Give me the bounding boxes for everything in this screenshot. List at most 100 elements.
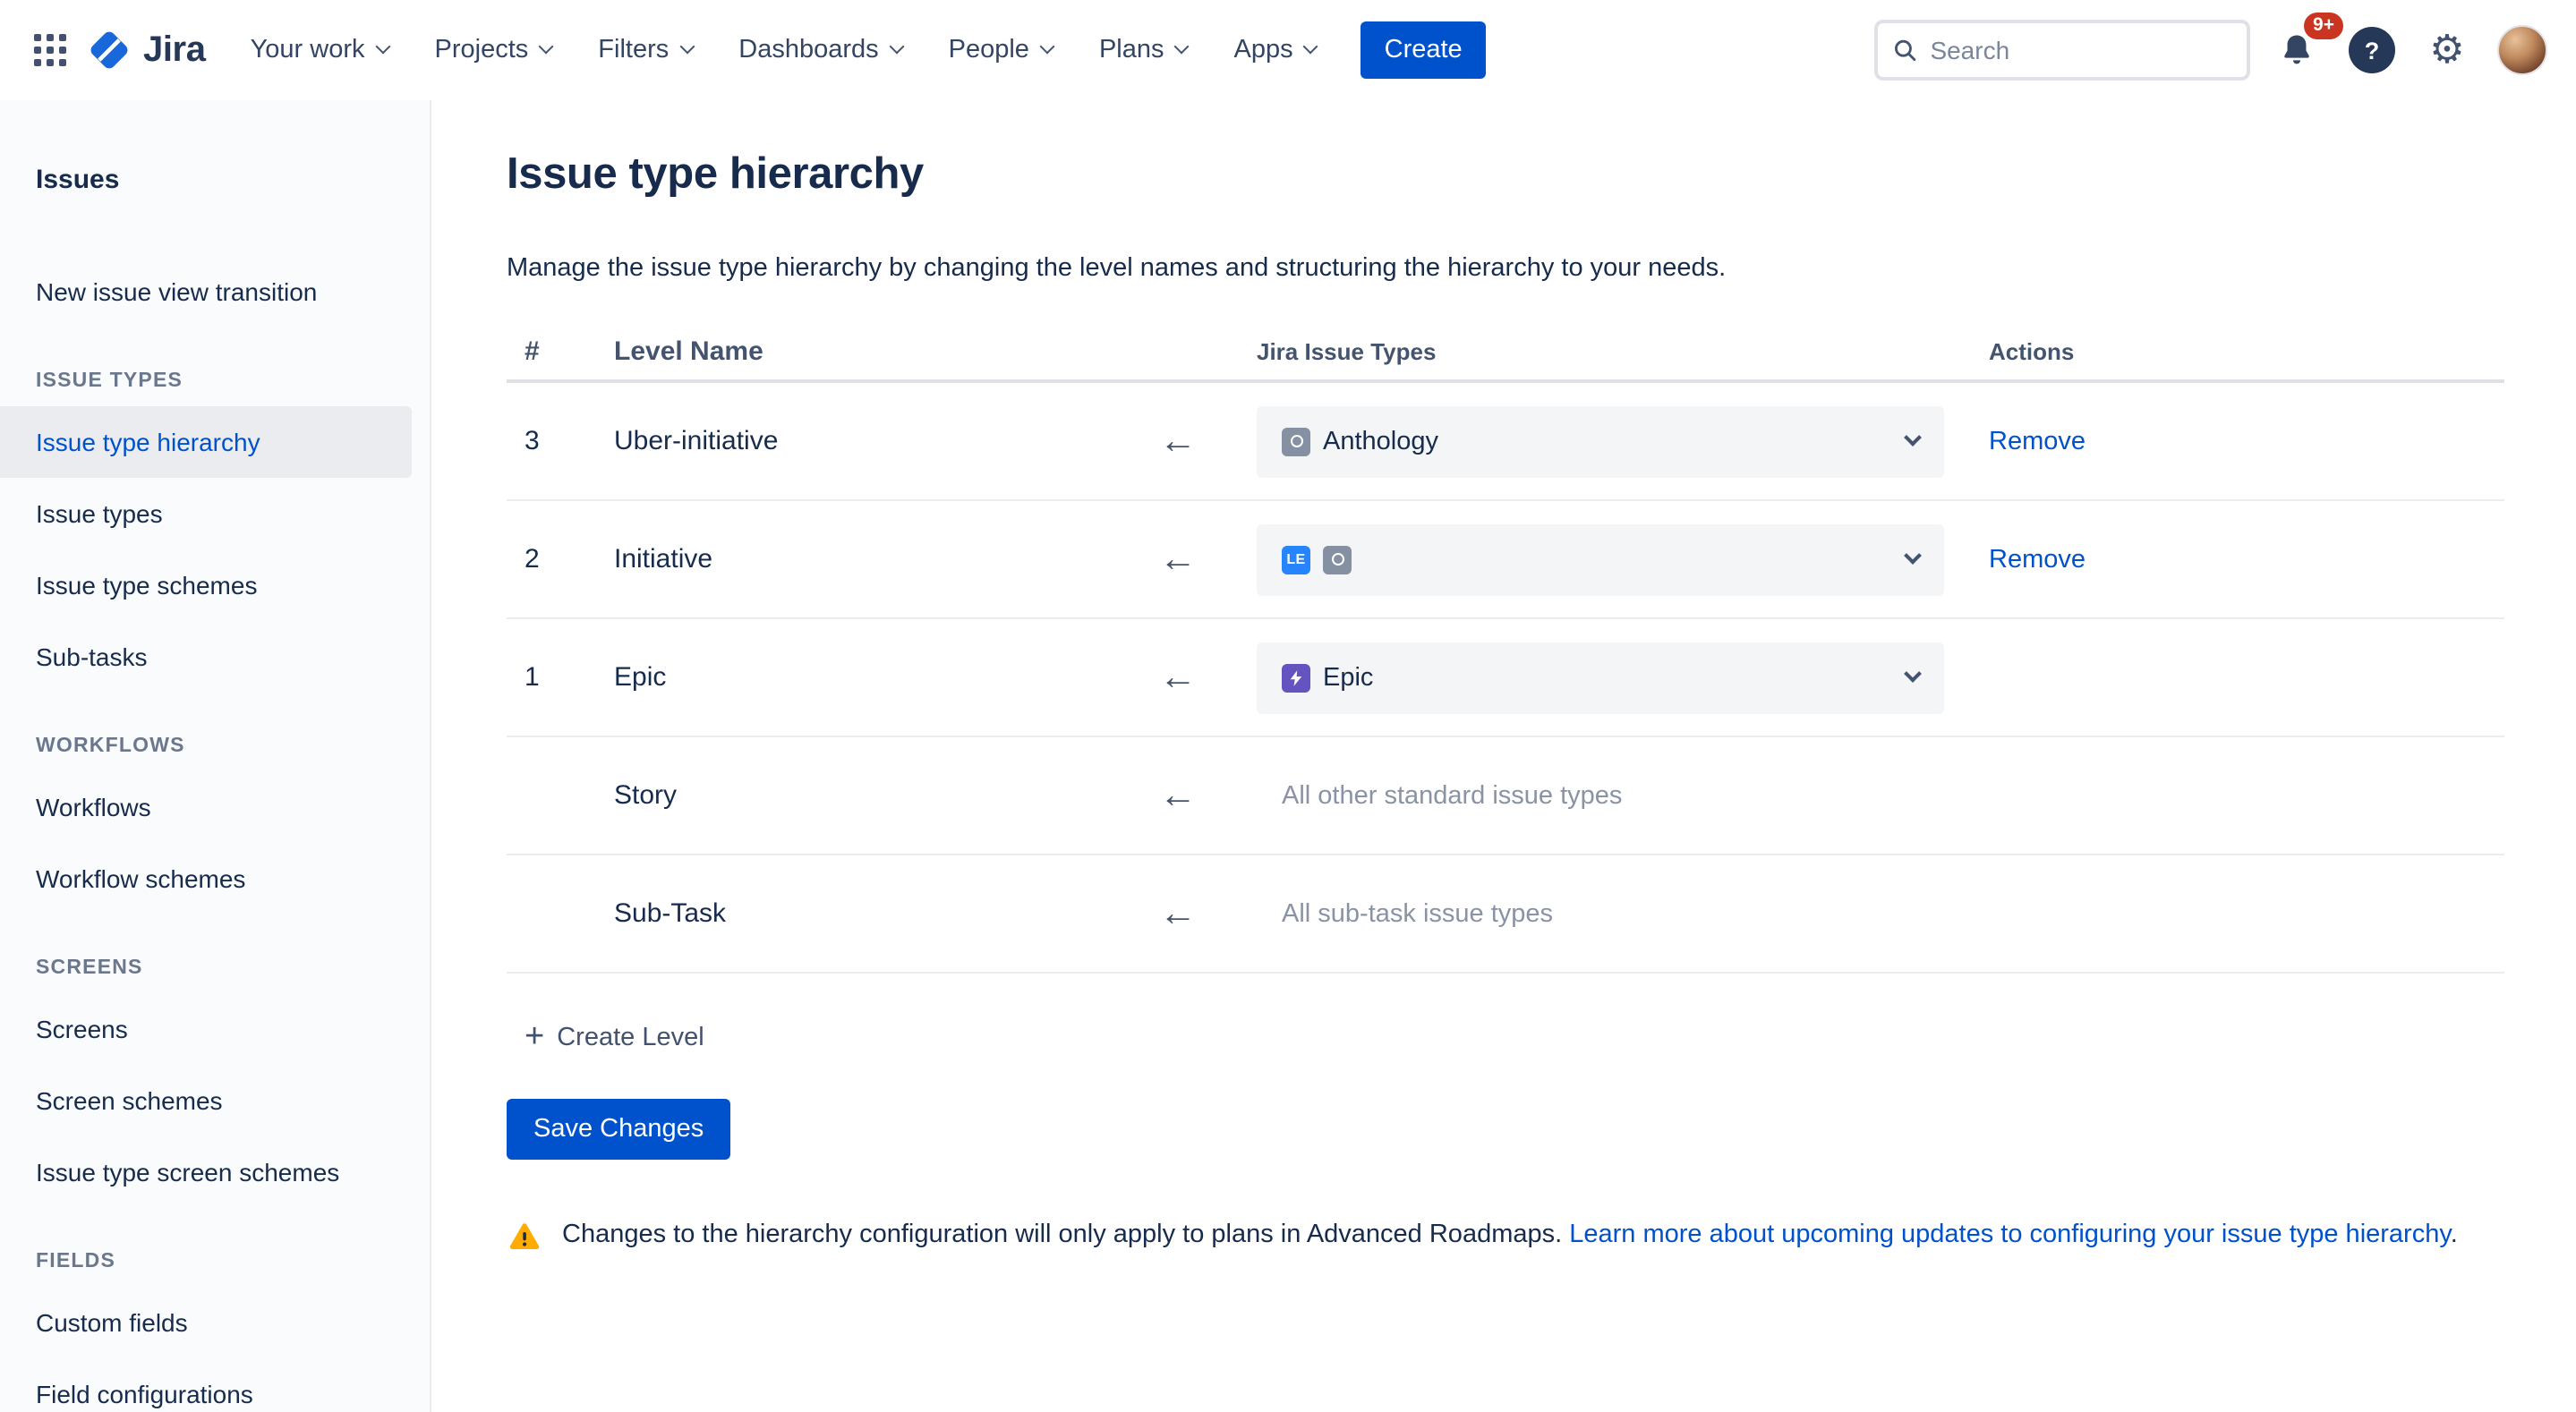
global-search[interactable] — [1874, 20, 2250, 81]
move-left-icon[interactable]: ← — [1159, 422, 1197, 460]
sidebar-heading-screens: SCREENS — [0, 943, 430, 993]
chevron-down-icon — [679, 39, 695, 55]
level-name: Sub-Task — [596, 898, 1115, 929]
create-button[interactable]: Create — [1361, 21, 1486, 79]
create-level-button[interactable]: + Create Level — [507, 1002, 722, 1074]
issue-type-label: Anthology — [1323, 427, 1438, 455]
anthology-issue-type-icon — [1282, 427, 1310, 455]
nav-filters[interactable]: Filters — [575, 21, 715, 79]
search-input[interactable] — [1930, 36, 2232, 64]
main-content: Issue type hierarchy Manage the issue ty… — [431, 100, 2576, 1412]
chevron-down-icon — [1039, 39, 1054, 55]
help-button[interactable]: ? — [2343, 21, 2401, 79]
issue-types-select[interactable]: Epic — [1257, 642, 1944, 713]
nav-plans-label: Plans — [1099, 36, 1164, 64]
level-number: 2 — [507, 544, 596, 574]
level-number: 1 — [507, 662, 596, 693]
move-left-icon[interactable]: ← — [1159, 659, 1197, 696]
top-navigation-bar: Jira Your work Projects Filters Dashboar… — [0, 0, 2576, 100]
create-level-label: Create Level — [557, 1024, 704, 1052]
sidebar-item-field-configurations[interactable]: Field configurations — [0, 1358, 430, 1412]
header-actions: Actions — [1983, 337, 2504, 364]
avatar — [2497, 25, 2547, 75]
sidebar-title: Issues — [0, 165, 430, 195]
level-name: Epic — [596, 662, 1115, 693]
move-left-icon[interactable]: ← — [1159, 540, 1197, 578]
sidebar-item-issue-types[interactable]: Issue types — [0, 478, 430, 549]
app-switcher-button[interactable] — [21, 21, 79, 79]
page-title: Issue type hierarchy — [507, 147, 2504, 204]
table-row: 2 Initiative ← LE Remove — [507, 501, 2504, 619]
sidebar-item-workflow-schemes[interactable]: Workflow schemes — [0, 843, 430, 914]
nav-projects-label: Projects — [435, 36, 529, 64]
header-level-name: Level Name — [596, 336, 1115, 366]
sidebar-item-issue-type-screen-schemes[interactable]: Issue type screen schemes — [0, 1136, 430, 1208]
level-name: Uber-initiative — [596, 426, 1115, 456]
sidebar-item-sub-tasks[interactable]: Sub-tasks — [0, 621, 430, 693]
chevron-down-icon — [1904, 665, 1922, 683]
warning-banner: Changes to the hierarchy configuration w… — [507, 1217, 2504, 1255]
sidebar-item-workflows[interactable]: Workflows — [0, 771, 430, 843]
settings-button[interactable]: ⚙ — [2418, 21, 2476, 79]
table-row: Story ← All other standard issue types — [507, 737, 2504, 855]
jira-logo-icon — [86, 27, 132, 73]
remove-level-link[interactable]: Remove — [1989, 545, 2086, 574]
warning-learn-more-link[interactable]: Learn more about upcoming updates to con… — [1569, 1221, 2450, 1249]
notification-count-badge: 9+ — [2304, 13, 2343, 39]
chevron-down-icon — [1904, 429, 1922, 447]
table-header-row: # Level Name Jira Issue Types Actions — [507, 322, 2504, 383]
chevron-down-icon — [889, 39, 904, 55]
sidebar-item-new-issue-view-transition[interactable]: New issue view transition — [0, 256, 430, 327]
issue-types-select[interactable]: LE — [1257, 523, 1944, 595]
remove-level-link[interactable]: Remove — [1989, 427, 2086, 455]
issue-types-select[interactable]: Anthology — [1257, 405, 1944, 477]
issue-types-placeholder: All sub-task issue types — [1282, 899, 1553, 928]
nav-apps[interactable]: Apps — [1211, 21, 1340, 79]
level-name: Story — [596, 780, 1115, 811]
nav-projects[interactable]: Projects — [412, 21, 576, 79]
issue-type-label: Epic — [1323, 663, 1373, 692]
nav-filters-label: Filters — [598, 36, 669, 64]
table-row: Sub-Task ← All sub-task issue types — [507, 855, 2504, 974]
nav-dashboards[interactable]: Dashboards — [715, 21, 925, 79]
sidebar-item-issue-type-hierarchy[interactable]: Issue type hierarchy — [0, 406, 412, 478]
nav-your-work[interactable]: Your work — [227, 21, 412, 79]
epic-issue-type-icon — [1282, 663, 1310, 692]
sidebar-heading-fields: FIELDS — [0, 1237, 430, 1287]
help-icon: ? — [2349, 27, 2395, 73]
table-row: 1 Epic ← Epic — [507, 619, 2504, 737]
nav-your-work-label: Your work — [251, 36, 365, 64]
sidebar-item-screen-schemes[interactable]: Screen schemes — [0, 1065, 430, 1136]
anthology-issue-type-icon — [1323, 545, 1352, 574]
sidebar-heading-workflows: WORKFLOWS — [0, 721, 430, 771]
plus-icon: + — [525, 1019, 544, 1053]
sidebar-item-screens[interactable]: Screens — [0, 993, 430, 1065]
search-icon — [1892, 36, 1917, 64]
level-number: 3 — [507, 426, 596, 456]
sidebar-heading-issue-types: ISSUE TYPES — [0, 356, 430, 406]
app-switcher-grid-icon — [32, 32, 68, 68]
nav-people[interactable]: People — [925, 21, 1076, 79]
nav-people-label: People — [949, 36, 1029, 64]
chevron-down-icon — [1174, 39, 1190, 55]
nav-apps-label: Apps — [1234, 36, 1293, 64]
warning-icon — [507, 1219, 542, 1255]
sidebar-item-issue-type-schemes[interactable]: Issue type schemes — [0, 549, 430, 621]
move-left-icon[interactable]: ← — [1159, 895, 1197, 932]
issue-types-placeholder: All other standard issue types — [1282, 781, 1622, 810]
table-row: 3 Uber-initiative ← Anthology Remove — [507, 383, 2504, 501]
sidebar-item-custom-fields[interactable]: Custom fields — [0, 1287, 430, 1358]
notifications-button[interactable]: 9+ — [2268, 21, 2325, 79]
move-left-icon[interactable]: ← — [1159, 777, 1197, 814]
profile-button[interactable] — [2494, 21, 2551, 79]
warning-text: Changes to the hierarchy configuration w… — [562, 1221, 1562, 1249]
primary-nav: Your work Projects Filters Dashboards Pe… — [227, 21, 1340, 79]
brand-wordmark: Jira — [143, 30, 206, 71]
settings-sidebar: Issues New issue view transition ISSUE T… — [0, 100, 431, 1412]
save-changes-button[interactable]: Save Changes — [507, 1099, 730, 1160]
nav-plans[interactable]: Plans — [1076, 21, 1211, 79]
header-jira-issue-types: Jira Issue Types — [1241, 337, 1983, 364]
jira-home-link[interactable]: Jira — [86, 27, 206, 73]
chevron-down-icon — [375, 39, 390, 55]
gear-icon: ⚙ — [2429, 30, 2464, 70]
